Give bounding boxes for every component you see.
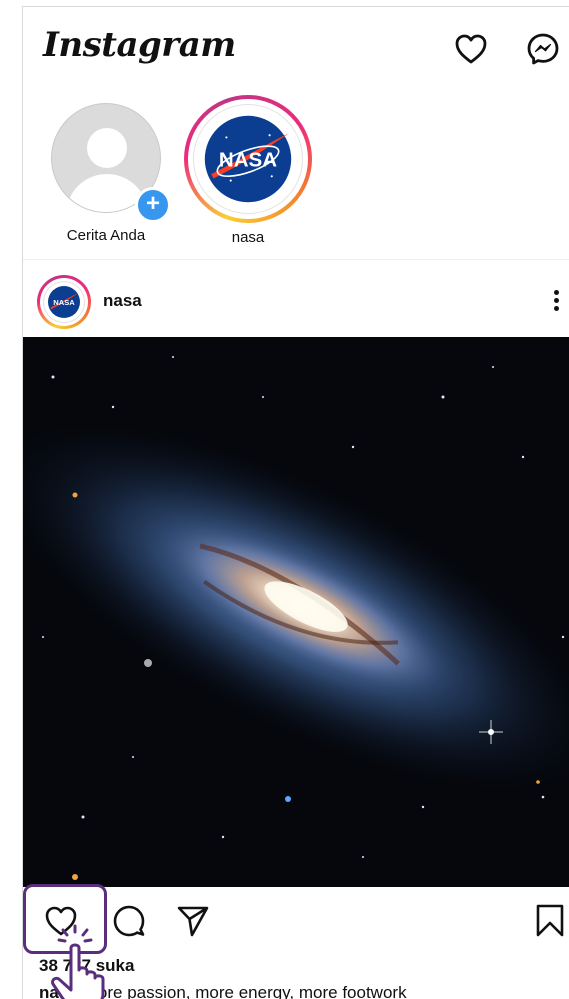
instagram-logo: Instagram (43, 25, 236, 65)
post-image[interactable] (23, 337, 569, 887)
divider (23, 259, 569, 260)
more-vertical-icon[interactable] (549, 287, 563, 317)
story-label: nasa (231, 229, 265, 246)
top-bar: Instagram (23, 7, 569, 93)
nasa-logo-text: NASA (53, 298, 75, 307)
paper-plane-icon[interactable] (173, 901, 213, 941)
story-ring[interactable]: NASA (184, 95, 312, 223)
comment-icon[interactable] (109, 901, 149, 941)
post-username[interactable]: nasa (103, 291, 142, 311)
app-frame: Instagram + Cerita Anda NASA nasa NASA n… (22, 6, 569, 999)
add-story-icon[interactable]: + (135, 187, 171, 223)
bookmark-icon[interactable] (530, 901, 569, 941)
nasa-logo: NASA (193, 104, 303, 214)
messenger-icon[interactable] (525, 31, 561, 67)
post-header: NASA nasa (23, 269, 569, 337)
caption-text: More passion, more energy, more footwork (83, 983, 407, 999)
story-label: Cerita Anda (66, 227, 146, 244)
hand-pointer-icon (33, 922, 113, 999)
nasa-logo-text: NASA (219, 149, 277, 172)
post-avatar[interactable]: NASA (37, 275, 91, 329)
story-own[interactable]: + Cerita Anda (41, 103, 171, 244)
heart-icon[interactable] (453, 31, 489, 67)
story-nasa[interactable]: NASA nasa (183, 95, 313, 246)
stories-tray: + Cerita Anda NASA nasa (23, 93, 569, 261)
